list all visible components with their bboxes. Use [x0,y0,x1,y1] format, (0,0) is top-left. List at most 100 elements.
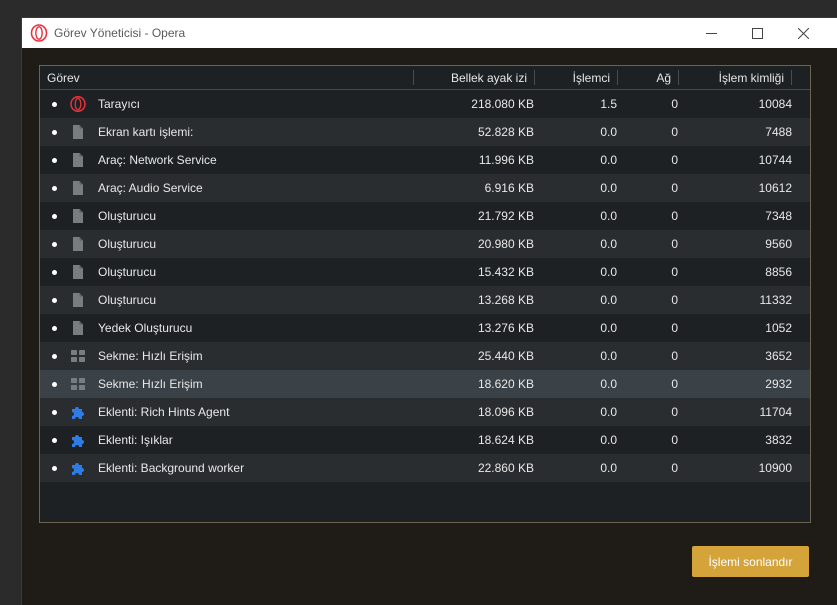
memory-value: 13.276 KB [477,321,534,335]
memory-value: 18.096 KB [477,405,534,419]
speed-dial-icon [70,348,86,364]
row-bullet [52,298,57,303]
document-icon [70,264,86,280]
cpu-value: 0.0 [600,181,617,195]
row-bullet [52,270,57,275]
row-bullet [52,214,57,219]
table-row[interactable]: Ekran kartı işlemi: 52.828 KB 0.0 0 7488 [40,118,810,146]
process-name: Oluşturucu [98,237,157,251]
pid-value: 11332 [759,293,792,307]
puzzle-icon [70,460,86,476]
close-icon [797,27,809,39]
end-process-button[interactable]: İşlemi sonlandır [692,546,809,577]
network-value: 0 [671,265,678,279]
pid-value: 10900 [758,461,792,475]
table-row[interactable]: Oluşturucu 13.268 KB 0.0 0 11332 [40,286,810,314]
table-header: Görev Bellek ayak izi İşlemci Ağ İşlem k… [40,66,810,90]
puzzle-icon [70,404,86,420]
pid-value: 8856 [765,265,792,279]
table-row[interactable]: Oluşturucu 15.432 KB 0.0 0 8856 [40,258,810,286]
minimize-button[interactable] [688,18,734,48]
cpu-value: 0.0 [600,461,617,475]
maximize-button[interactable] [734,18,780,48]
title-bar[interactable]: Görev Yöneticisi - Opera [22,18,837,48]
puzzle-icon [70,432,86,448]
process-name: Oluşturucu [98,209,157,223]
network-value: 0 [671,153,678,167]
document-icon [70,292,86,308]
process-name: Eklenti: Rich Hints Agent [98,405,230,419]
header-network[interactable]: Ağ [620,71,671,85]
table-row[interactable]: Eklenti: Işıklar 18.624 KB 0.0 0 3832 [40,426,810,454]
table-row[interactable]: Tarayıcı 218.080 KB 1.5 0 10084 [40,90,810,118]
column-divider[interactable] [678,70,679,85]
row-bullet [52,130,57,135]
document-icon [70,180,86,196]
speed-dial-icon [70,376,86,392]
memory-value: 13.268 KB [477,293,534,307]
column-divider[interactable] [534,70,535,85]
task-manager-window: Görev Yöneticisi - Opera Görev Bellek ay… [22,18,837,605]
pid-value: 3832 [765,433,792,447]
cpu-value: 0.0 [600,237,617,251]
document-icon [70,236,86,252]
table-row[interactable]: Yedek Oluşturucu 13.276 KB 0.0 0 1052 [40,314,810,342]
cpu-value: 0.0 [600,405,617,419]
network-value: 0 [671,321,678,335]
memory-value: 15.432 KB [477,265,534,279]
header-pid[interactable]: İşlem kimliği [680,71,784,85]
opera-icon [70,95,86,113]
pid-value: 11704 [759,405,792,419]
process-table: Görev Bellek ayak izi İşlemci Ağ İşlem k… [39,65,811,523]
cpu-value: 0.0 [600,293,617,307]
table-row[interactable]: Sekme: Hızlı Erişim 18.620 KB 0.0 0 2932 [40,370,810,398]
process-name: Tarayıcı [98,97,141,111]
row-bullet [52,438,57,443]
network-value: 0 [671,461,678,475]
table-row[interactable]: Sekme: Hızlı Erişim 25.440 KB 0.0 0 3652 [40,342,810,370]
table-row[interactable]: Oluşturucu 20.980 KB 0.0 0 9560 [40,230,810,258]
close-button[interactable] [780,18,826,48]
column-divider[interactable] [413,70,414,85]
table-row[interactable]: Oluşturucu 21.792 KB 0.0 0 7348 [40,202,810,230]
pid-value: 1052 [765,321,792,335]
minimize-icon [705,32,717,34]
memory-value: 11.996 KB [478,153,534,167]
cpu-value: 0.0 [600,265,617,279]
row-bullet [52,186,57,191]
table-row[interactable]: Eklenti: Background worker 22.860 KB 0.0 0 1… [40,454,810,482]
cpu-value: 0.0 [600,153,617,167]
process-name: Oluşturucu [98,265,157,279]
pid-value: 10612 [758,181,792,195]
cpu-value: 0.0 [600,349,617,363]
document-icon [70,124,86,140]
memory-value: 20.980 KB [477,237,534,251]
process-name: Yedek Oluşturucu [98,321,193,335]
memory-value: 218.080 KB [471,97,534,111]
column-divider[interactable] [617,70,618,85]
table-row[interactable]: Araç: Audio Service 6.916 KB 0.0 0 10612 [40,174,810,202]
process-name: Sekme: Hızlı Erişim [98,349,203,363]
pid-value: 3652 [765,349,792,363]
cpu-value: 0.0 [600,321,617,335]
window-title: Görev Yöneticisi - Opera [54,26,186,40]
row-bullet [52,326,57,331]
row-bullet [52,382,57,387]
header-memory[interactable]: Bellek ayak izi [416,71,527,85]
table-row[interactable]: Araç: Network Service 11.996 KB 0.0 0 10744 [40,146,810,174]
network-value: 0 [671,405,678,419]
cpu-value: 0.0 [600,209,617,223]
memory-value: 6.916 KB [484,181,534,195]
document-icon [70,320,86,336]
process-name: Eklenti: Background worker [98,461,245,475]
pid-value: 9560 [765,237,792,251]
header-cpu[interactable]: İşlemci [540,71,610,85]
cpu-value: 1.5 [600,97,617,111]
cpu-value: 0.0 [600,433,617,447]
network-value: 0 [671,293,678,307]
network-value: 0 [671,433,678,447]
column-divider[interactable] [791,70,792,85]
table-row[interactable]: Eklenti: Rich Hints Agent 18.096 KB 0.0 0 11… [40,398,810,426]
pid-value: 7348 [765,209,792,223]
header-task[interactable]: Görev [47,71,80,85]
